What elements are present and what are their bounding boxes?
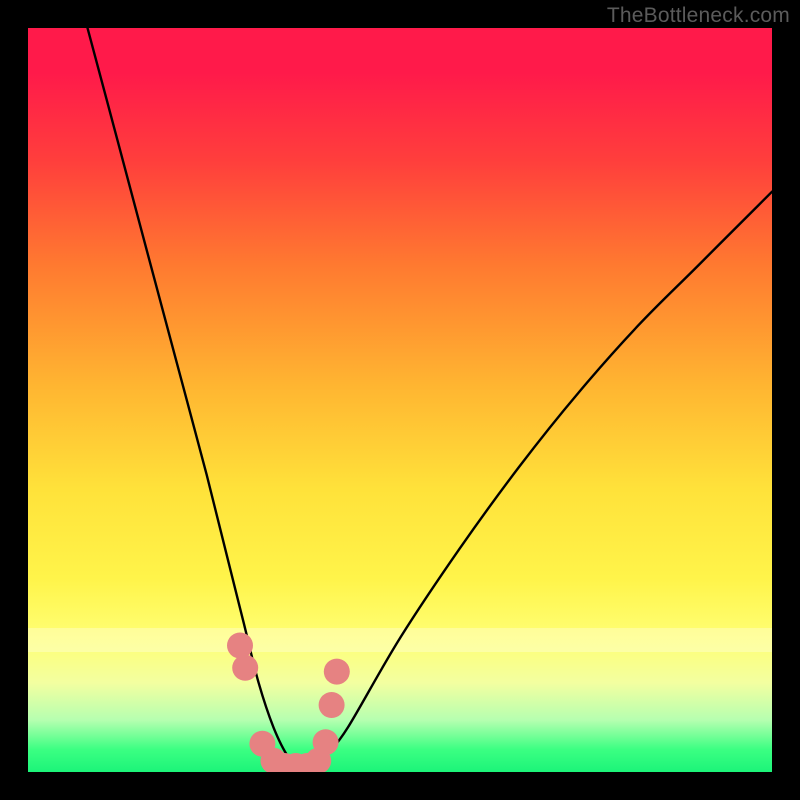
highlight-marker bbox=[313, 729, 339, 755]
curve-path bbox=[88, 28, 773, 772]
highlight-marker bbox=[324, 659, 350, 685]
chart-frame: TheBottleneck.com bbox=[0, 0, 800, 800]
watermark-text: TheBottleneck.com bbox=[607, 4, 790, 28]
highlight-marker bbox=[227, 633, 253, 659]
highlight-marker bbox=[232, 655, 258, 681]
plot-area bbox=[28, 28, 772, 772]
highlight-marker bbox=[319, 692, 345, 718]
marker-group bbox=[227, 633, 350, 773]
curve-layer bbox=[28, 28, 772, 772]
